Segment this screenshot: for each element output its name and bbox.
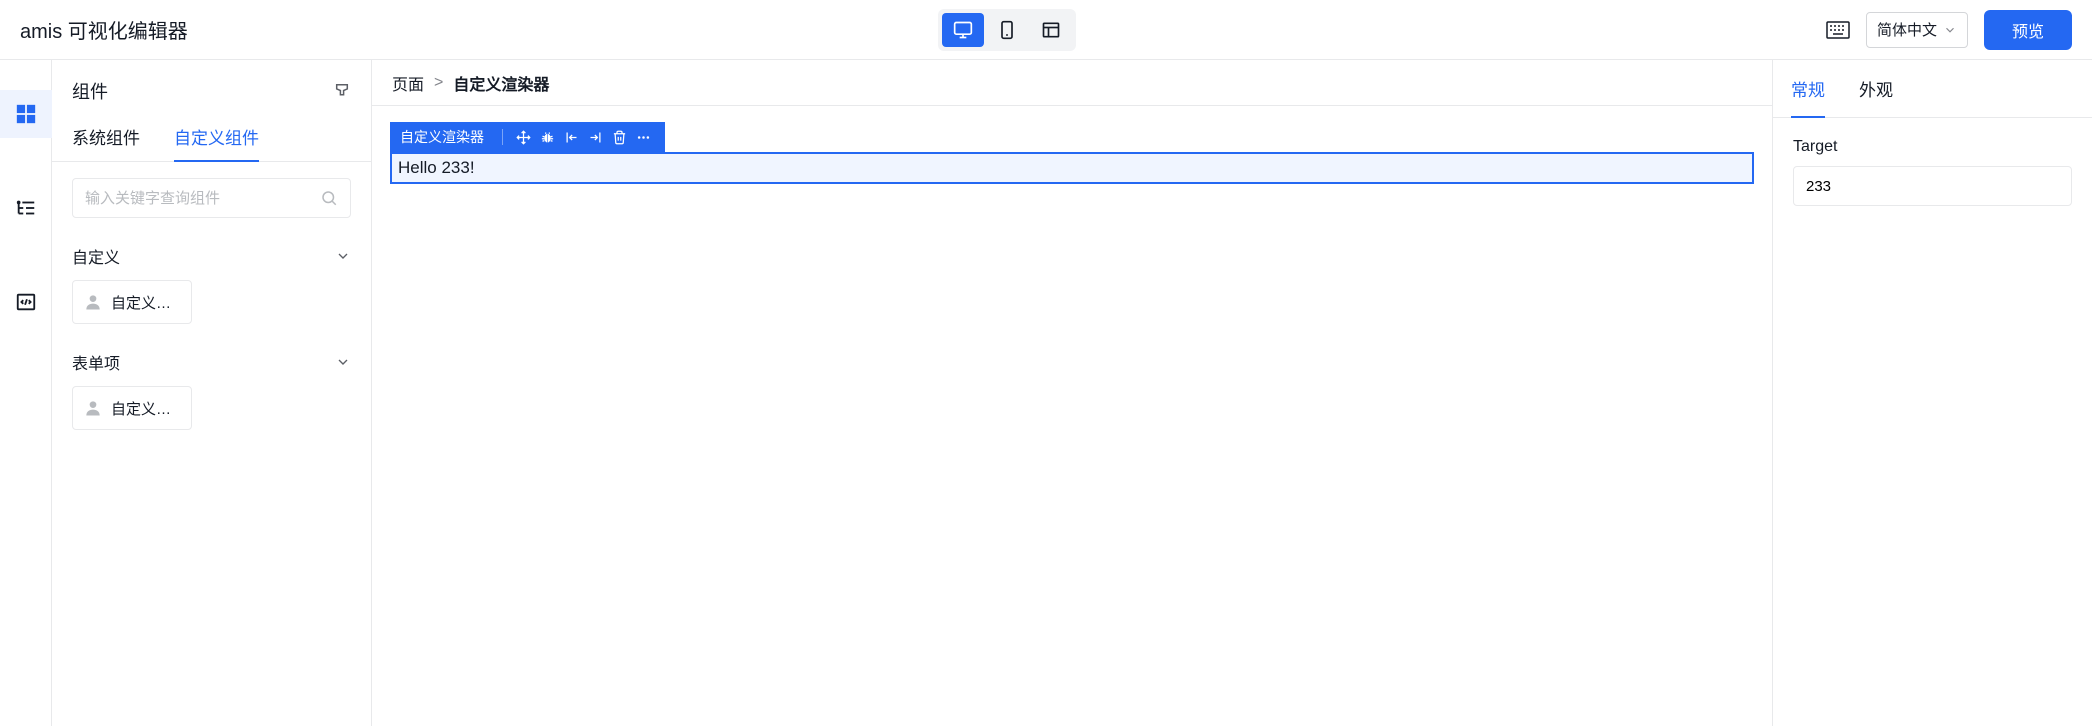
- icon-sidebar: [0, 60, 52, 726]
- grid-icon: [15, 103, 37, 125]
- chevron-down-icon: [335, 248, 351, 264]
- node-move-button[interactable]: [511, 125, 535, 149]
- target-label: Target: [1793, 138, 2072, 156]
- tab-appearance[interactable]: 外观: [1859, 60, 1893, 117]
- search-icon: [320, 189, 338, 207]
- search-box: [72, 178, 351, 218]
- insert-left-icon: [564, 130, 579, 145]
- target-input[interactable]: [1793, 166, 2072, 206]
- device-switcher: [938, 9, 1076, 51]
- device-desktop-button[interactable]: [942, 13, 984, 47]
- tab-system-components[interactable]: 系统组件: [72, 112, 140, 161]
- component-item[interactable]: 自定义渲...: [72, 386, 192, 430]
- chevron-down-icon: [1943, 23, 1957, 37]
- keyboard-icon: [1826, 21, 1850, 39]
- component-item-label: 自定义渲...: [111, 398, 181, 419]
- node-label: 自定义渲染器: [400, 127, 494, 147]
- keyboard-button[interactable]: [1826, 21, 1850, 39]
- chevron-down-icon: [335, 354, 351, 370]
- pin-icon: [333, 81, 351, 99]
- node-toolbar: 自定义渲染器: [390, 122, 665, 152]
- section-title: 表单项: [72, 350, 120, 374]
- insert-right-icon: [588, 130, 603, 145]
- properties-panel: 常规 外观 Target: [1772, 60, 2092, 726]
- user-icon: [83, 292, 103, 312]
- pin-button[interactable]: [333, 81, 351, 102]
- breadcrumb-current[interactable]: 自定义渲染器: [453, 71, 549, 95]
- component-item[interactable]: 自定义渲...: [72, 280, 192, 324]
- sidebar-code-button[interactable]: [0, 278, 52, 326]
- bug-icon: [540, 130, 555, 145]
- device-tablet-button[interactable]: [986, 13, 1028, 47]
- tab-general[interactable]: 常规: [1791, 60, 1825, 117]
- tab-custom-components[interactable]: 自定义组件: [174, 112, 259, 161]
- language-select[interactable]: 简体中文: [1866, 12, 1968, 48]
- section-title: 自定义: [72, 244, 120, 268]
- component-tabs: 系统组件 自定义组件: [52, 112, 371, 162]
- component-item-label: 自定义渲...: [111, 292, 181, 313]
- section-form-header[interactable]: 表单项: [72, 332, 351, 386]
- components-panel: 组件 系统组件 自定义组件 自定义 自定义渲...: [52, 60, 372, 726]
- search-input[interactable]: [85, 190, 320, 207]
- node-insert-before-button[interactable]: [559, 125, 583, 149]
- canvas-area: 页面 > 自定义渲染器 自定义渲染器 Hello 233!: [372, 60, 1772, 726]
- layout-icon: [1041, 20, 1061, 40]
- panel-title: 组件: [72, 78, 108, 104]
- node-insert-after-button[interactable]: [583, 125, 607, 149]
- canvas[interactable]: 自定义渲染器 Hello 233!: [372, 106, 1772, 726]
- breadcrumb-root[interactable]: 页面: [392, 71, 424, 95]
- top-bar: amis 可视化编辑器 简体中文 预览: [0, 0, 2092, 60]
- app-title: amis 可视化编辑器: [20, 15, 188, 44]
- more-icon: [636, 130, 651, 145]
- sidebar-outline-button[interactable]: [0, 184, 52, 232]
- user-icon: [83, 398, 103, 418]
- move-icon: [516, 130, 531, 145]
- node-content[interactable]: Hello 233!: [390, 152, 1754, 184]
- preview-button[interactable]: 预览: [1984, 10, 2072, 50]
- tablet-icon: [997, 20, 1017, 40]
- list-tree-icon: [15, 197, 37, 219]
- section-custom-header[interactable]: 自定义: [72, 226, 351, 280]
- breadcrumb: 页面 > 自定义渲染器: [372, 60, 1772, 106]
- language-value: 简体中文: [1877, 19, 1937, 40]
- device-layout-button[interactable]: [1030, 13, 1072, 47]
- sidebar-components-button[interactable]: [0, 90, 52, 138]
- property-tabs: 常规 外观: [1773, 60, 2092, 118]
- code-icon: [15, 291, 37, 313]
- node-debug-button[interactable]: [535, 125, 559, 149]
- node-delete-button[interactable]: [607, 125, 631, 149]
- monitor-icon: [953, 20, 973, 40]
- trash-icon: [612, 130, 627, 145]
- selected-node[interactable]: 自定义渲染器 Hello 233!: [390, 122, 1754, 184]
- node-more-button[interactable]: [631, 125, 655, 149]
- breadcrumb-separator: >: [434, 74, 443, 92]
